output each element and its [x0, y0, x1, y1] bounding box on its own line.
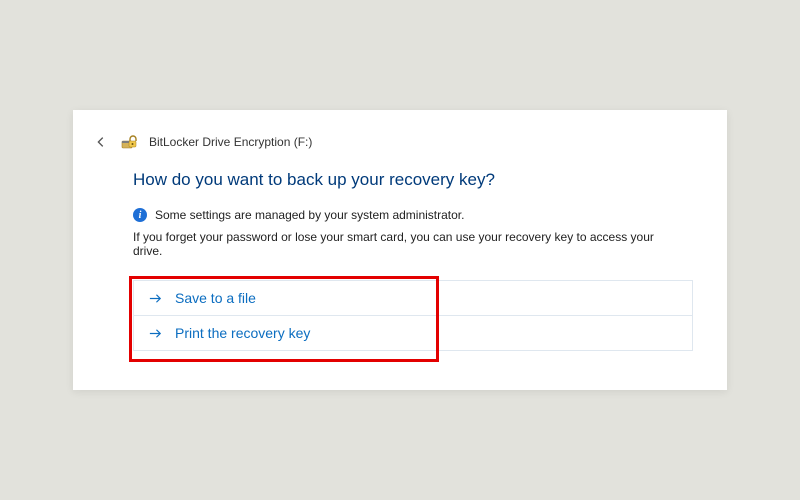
- forget-help-text: If you forget your password or lose your…: [133, 230, 667, 258]
- save-to-file-option[interactable]: Save to a file: [133, 280, 693, 316]
- back-button[interactable]: [93, 134, 109, 150]
- page-heading: How do you want to back up your recovery…: [133, 170, 667, 190]
- arrow-right-icon: [148, 326, 163, 341]
- bitlocker-drive-icon: [121, 134, 137, 150]
- arrow-right-icon: [148, 291, 163, 306]
- window-title: BitLocker Drive Encryption (F:): [149, 135, 312, 149]
- options-list: Save to a file Print the recovery key: [133, 280, 667, 351]
- bitlocker-dialog: BitLocker Drive Encryption (F:) How do y…: [73, 110, 727, 390]
- titlebar: BitLocker Drive Encryption (F:): [73, 134, 727, 150]
- option-label: Save to a file: [175, 290, 256, 306]
- arrow-left-icon: [94, 135, 108, 149]
- option-label: Print the recovery key: [175, 325, 310, 341]
- content-area: How do you want to back up your recovery…: [73, 150, 727, 351]
- admin-notice-text: Some settings are managed by your system…: [155, 208, 464, 222]
- print-recovery-key-option[interactable]: Print the recovery key: [133, 316, 693, 351]
- admin-notice-row: i Some settings are managed by your syst…: [133, 208, 667, 222]
- info-icon: i: [133, 208, 147, 222]
